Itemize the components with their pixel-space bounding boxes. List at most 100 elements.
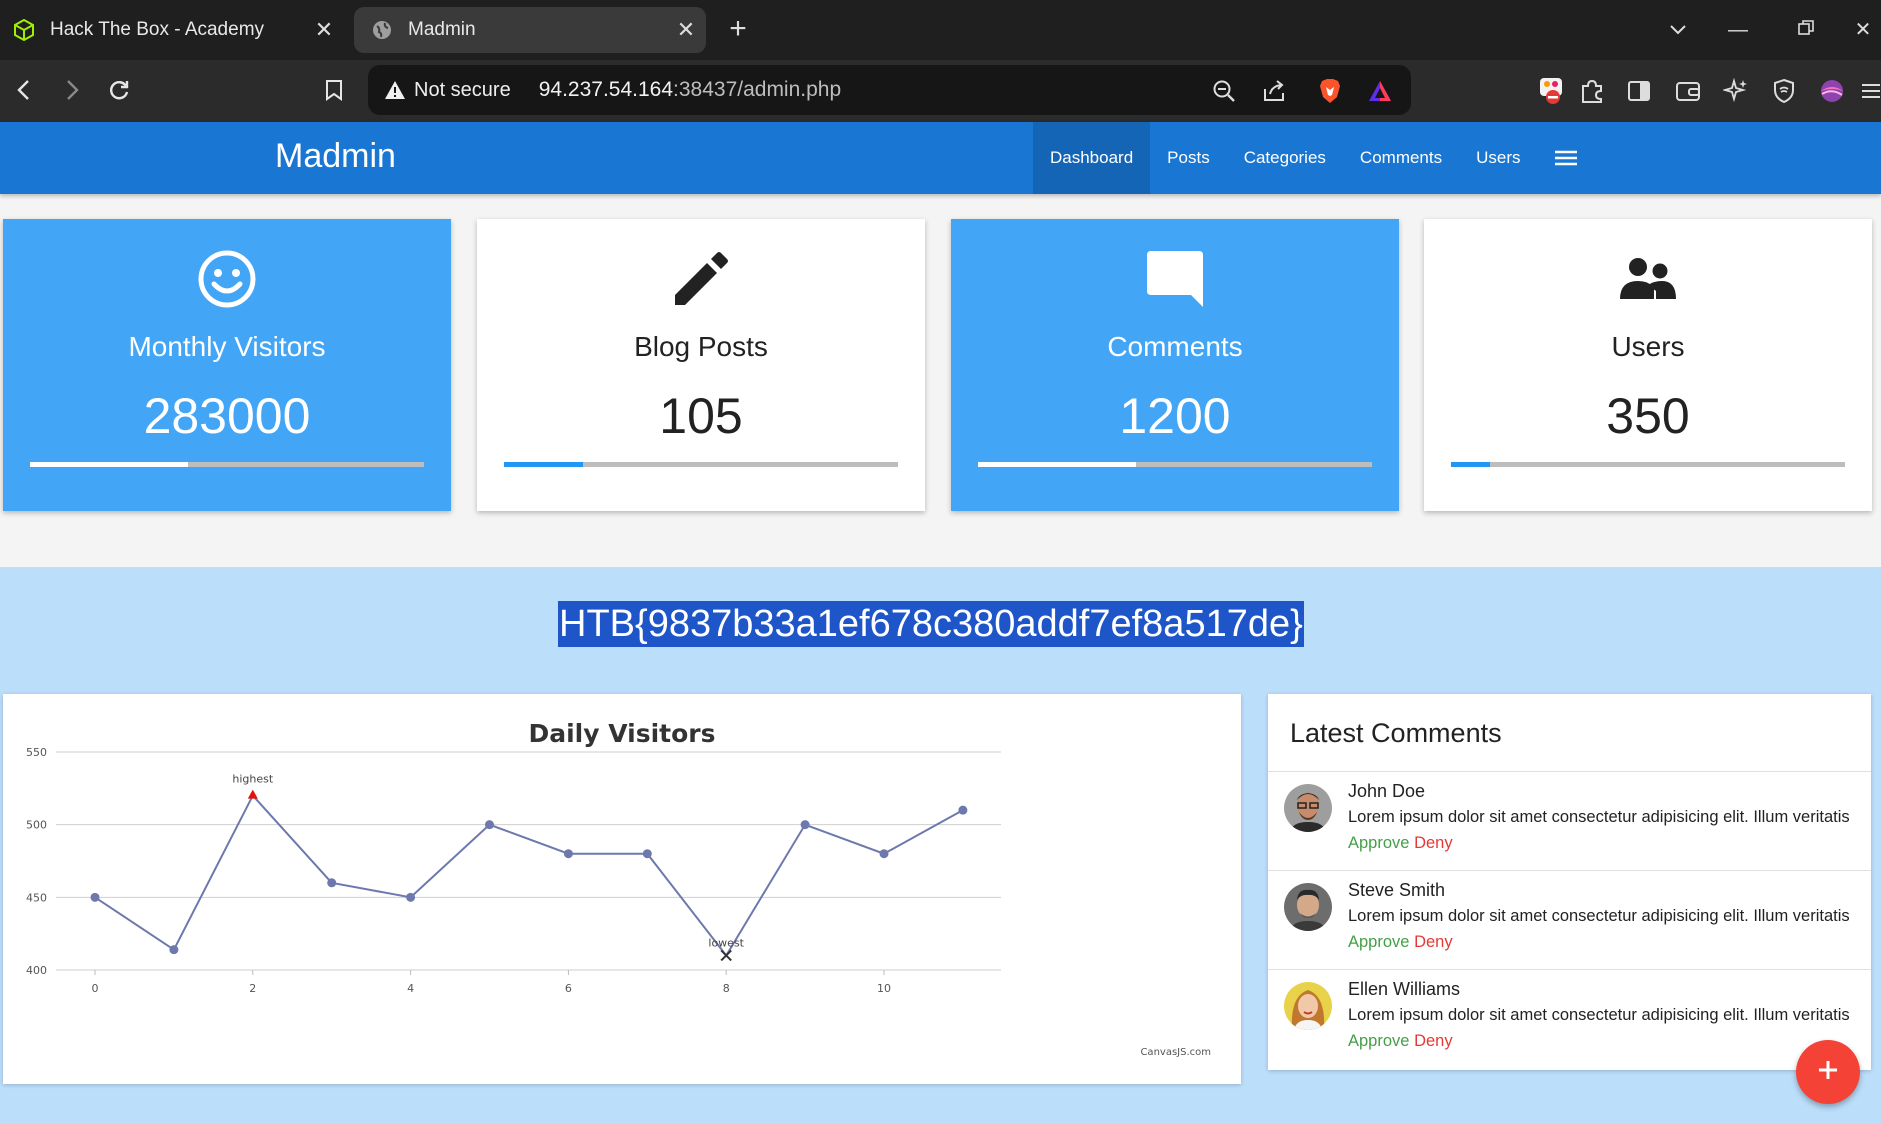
y-axis-ticks: 400 450 500 550 [26,746,47,977]
comment-item: John Doe Lorem ipsum dolor sit amet cons… [1268,772,1871,871]
data-point [958,805,968,815]
x-tick-label: 0 [92,982,99,995]
nav-users[interactable]: Users [1459,122,1537,194]
approve-link[interactable]: Approve [1348,933,1409,951]
approve-link[interactable]: Approve [1348,1032,1409,1050]
annotation-label: highest [232,773,273,786]
comment-actions: Approve Deny [1348,834,1453,853]
nav-dashboard[interactable]: Dashboard [1033,122,1151,194]
sidebar-icon[interactable] [1622,74,1656,108]
stat-value: 1200 [1119,388,1231,444]
url-text[interactable]: 94.237.54.164:38437/admin.php [539,78,841,102]
flag-text-selected[interactable]: HTB{9837b33a1ef678c380addf7ef8a517de} [558,601,1304,647]
stat-progress-fill [1451,462,1491,467]
x-tick-label: 8 [723,982,730,995]
y-tick-label: 450 [26,891,47,904]
stat-progress-bar [978,462,1372,467]
stat-progress-fill [30,462,188,467]
close-window-button[interactable]: ✕ [1846,12,1880,48]
reload-button[interactable] [99,70,139,110]
stat-card-users: Users 350 [1424,219,1872,511]
comment-text: Lorem ipsum dolor sit amet consectetur a… [1348,907,1850,925]
deny-link[interactable]: Deny [1414,933,1453,951]
tab-hack-the-box[interactable]: Hack The Box - Academy ✕ [0,7,344,53]
address-bar[interactable]: Not secure 94.237.54.164:38437/admin.php [368,65,1411,115]
bookmark-icon[interactable] [314,70,354,110]
security-label[interactable]: Not secure [414,79,511,102]
series-line [94,793,964,958]
comment-author: Steve Smith [1348,880,1446,900]
new-tab-button[interactable]: + [720,12,756,48]
stat-progress-fill [978,462,1136,467]
stat-progress-bar [30,462,424,467]
chart-credit[interactable]: CanvasJS.com [1140,1047,1211,1058]
comment-text: Lorem ipsum dolor sit amet consectetur a… [1348,1006,1850,1024]
hamburger-menu-icon[interactable] [1538,122,1594,194]
profile-icon[interactable] [1815,74,1849,108]
stat-value: 105 [659,388,743,444]
comment-item: Steve Smith Lorem ipsum dolor sit amet c… [1268,871,1871,970]
chart-title: Daily Visitors [528,719,715,748]
data-point [879,849,889,859]
nav-comments[interactable]: Comments [1343,122,1459,194]
data-point [800,820,810,830]
forward-button[interactable] [52,70,92,110]
tab-title: Madmin [408,19,476,40]
plus-icon [1817,1059,1839,1086]
comment-author: John Doe [1348,781,1426,801]
pencil-icon [477,247,925,311]
comment-actions: Approve Deny [1348,933,1453,952]
menu-icon[interactable] [1858,74,1881,108]
y-tick-label: 400 [26,964,47,977]
tab-madmin[interactable]: Madmin ✕ [354,7,706,53]
deny-link[interactable]: Deny [1414,834,1453,852]
smiley-icon [3,247,451,311]
stat-value: 283000 [143,388,311,444]
comment-item: Ellen Williams Lorem ipsum dolor sit ame… [1268,970,1871,1069]
app-navbar: Madmin Dashboard Posts Categories Commen… [0,122,1881,194]
stat-title: Monthly Visitors [128,331,326,362]
chart-grid [56,751,1001,971]
data-point-highest [247,789,258,799]
tab-search-chevron-icon[interactable] [1658,12,1698,48]
series-points [90,789,968,962]
wallet-icon[interactable] [1671,74,1705,108]
brave-rewards-icon[interactable] [1366,77,1394,105]
extensions-icon[interactable] [1575,74,1609,108]
extension-blocker-icon[interactable] [1535,74,1569,108]
nav-categories[interactable]: Categories [1227,122,1343,194]
back-button[interactable] [4,70,44,110]
browser-tab-bar: Hack The Box - Academy ✕ Madmin ✕ + — ✕ [0,0,1881,60]
stat-progress-fill [504,462,583,467]
approve-link[interactable]: Approve [1348,834,1409,852]
nav-posts[interactable]: Posts [1150,122,1227,194]
stat-progress-bar [504,462,898,467]
tab-title: Hack The Box - Academy [50,19,265,40]
users-icon [1424,247,1872,311]
data-point [563,849,573,859]
restore-button[interactable] [1786,12,1826,48]
add-button[interactable] [1796,1040,1860,1104]
deny-link[interactable]: Deny [1414,1032,1453,1050]
leo-ai-icon[interactable] [1719,74,1753,108]
x-tick-label: 6 [565,982,572,995]
annotation-label: lowest [708,936,744,949]
minimize-button[interactable]: — [1718,12,1758,48]
brave-shields-icon[interactable] [1316,77,1344,105]
stat-value: 350 [1606,388,1690,444]
y-tick-label: 550 [26,746,47,759]
avatar [1284,982,1332,1030]
latest-comments-title: Latest Comments [1290,718,1502,748]
chart-canvas: Daily Visitors 400 450 500 550 0 2 4 6 8 10 high… [26,719,1211,1058]
stat-card-monthly-visitors: Monthly Visitors 283000 [3,219,451,511]
stat-title: Users [1611,331,1685,362]
zoom-icon[interactable] [1210,77,1238,105]
globe-icon [370,18,394,42]
vpn-icon[interactable] [1767,74,1801,108]
close-icon[interactable]: ✕ [666,17,706,43]
close-icon[interactable]: ✕ [304,17,344,43]
data-point [327,878,337,888]
share-icon[interactable] [1260,77,1288,105]
warning-icon[interactable] [382,77,408,103]
brand-logo[interactable]: Madmin [275,137,396,176]
